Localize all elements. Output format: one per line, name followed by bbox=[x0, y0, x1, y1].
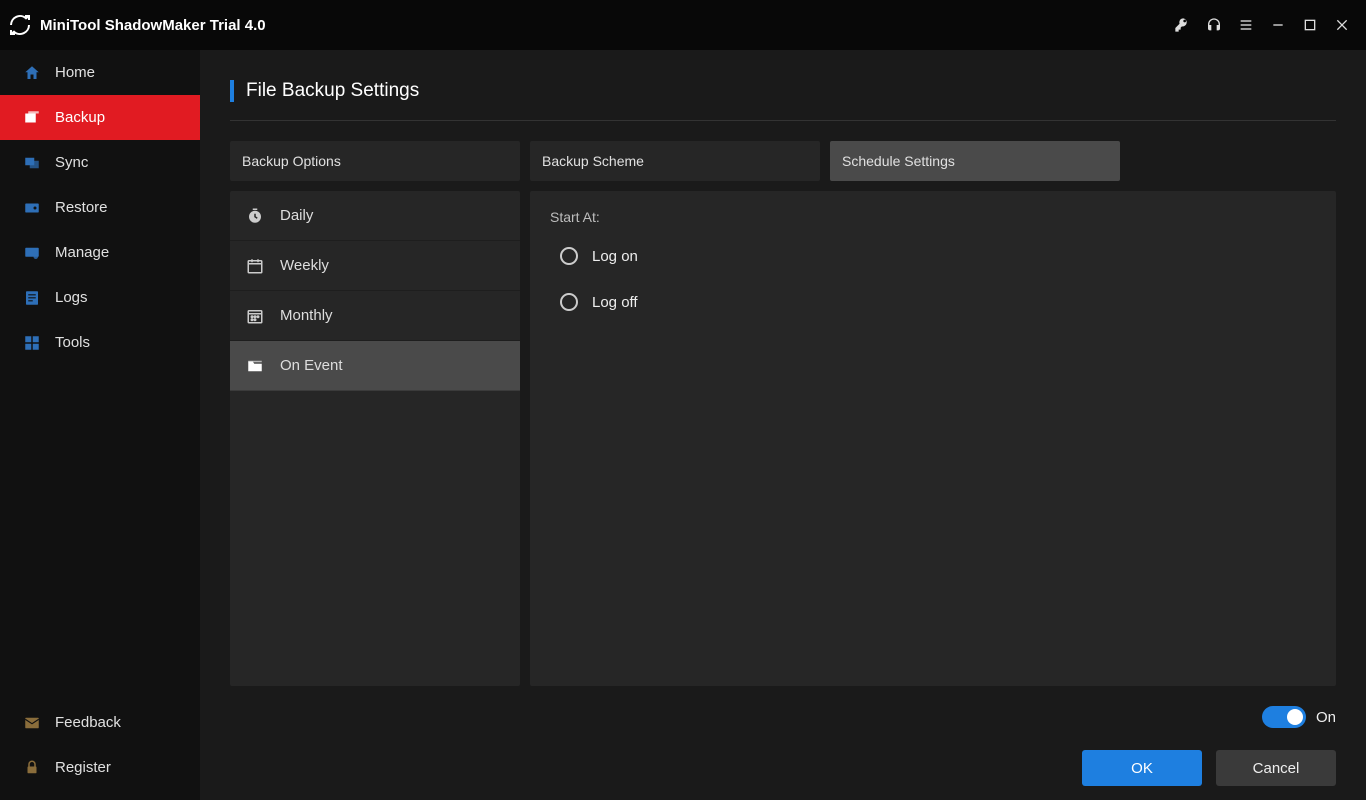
restore-icon bbox=[22, 198, 42, 218]
calendar-week-icon bbox=[244, 255, 266, 277]
sidebar-item-tools[interactable]: Tools bbox=[0, 320, 200, 365]
register-icon bbox=[22, 758, 42, 778]
tab-backup-scheme[interactable]: Backup Scheme bbox=[530, 141, 820, 181]
sidebar-item-label: Register bbox=[55, 759, 111, 776]
sidebar-item-sync[interactable]: Sync bbox=[0, 140, 200, 185]
menu-icon[interactable] bbox=[1232, 11, 1260, 39]
schedule-option-on-event[interactable]: On Event bbox=[230, 341, 520, 391]
schedule-option-monthly[interactable]: Monthly bbox=[230, 291, 520, 341]
titlebar: MiniTool ShadowMaker Trial 4.0 bbox=[0, 0, 1366, 50]
schedule-option-label: Daily bbox=[280, 207, 313, 224]
sidebar-item-label: Home bbox=[55, 64, 95, 81]
tools-icon bbox=[22, 333, 42, 353]
radio-label: Log off bbox=[592, 294, 638, 311]
schedule-option-daily[interactable]: Daily bbox=[230, 191, 520, 241]
sidebar-item-label: Restore bbox=[55, 199, 108, 216]
tab-label: Backup Options bbox=[242, 153, 341, 169]
logs-icon bbox=[22, 288, 42, 308]
radio-log-off[interactable]: Log off bbox=[560, 293, 1316, 311]
folder-icon bbox=[244, 355, 266, 377]
feedback-icon bbox=[22, 713, 42, 733]
tab-schedule-settings[interactable]: Schedule Settings bbox=[830, 141, 1120, 181]
sidebar-item-label: Logs bbox=[55, 289, 88, 306]
manage-icon bbox=[22, 243, 42, 263]
sidebar-item-label: Backup bbox=[55, 109, 105, 126]
settings-tabs: Backup Options Backup Scheme Schedule Se… bbox=[230, 141, 1336, 181]
schedule-option-weekly[interactable]: Weekly bbox=[230, 241, 520, 291]
toggle-label: On bbox=[1316, 709, 1336, 726]
cancel-button[interactable]: Cancel bbox=[1216, 750, 1336, 786]
schedule-type-list: Daily Weekly Monthly On Event bbox=[230, 191, 520, 686]
schedule-enabled-toggle-row: On bbox=[1262, 706, 1336, 728]
sidebar-item-logs[interactable]: Logs bbox=[0, 275, 200, 320]
tab-label: Schedule Settings bbox=[842, 153, 955, 169]
tab-label: Backup Scheme bbox=[542, 153, 644, 169]
sidebar-item-home[interactable]: Home bbox=[0, 50, 200, 95]
ok-button[interactable]: OK bbox=[1082, 750, 1202, 786]
schedule-option-label: On Event bbox=[280, 357, 343, 374]
key-icon[interactable] bbox=[1168, 11, 1196, 39]
page-heading: File Backup Settings bbox=[230, 80, 1336, 102]
sidebar-item-register[interactable]: Register bbox=[0, 745, 200, 790]
heading-divider bbox=[230, 120, 1336, 121]
sidebar-item-manage[interactable]: Manage bbox=[0, 230, 200, 275]
home-icon bbox=[22, 63, 42, 83]
radio-icon bbox=[560, 293, 578, 311]
sync-icon bbox=[22, 153, 42, 173]
sidebar-item-feedback[interactable]: Feedback bbox=[0, 700, 200, 745]
sidebar-item-label: Sync bbox=[55, 154, 88, 171]
radio-label: Log on bbox=[592, 248, 638, 265]
heading-accent bbox=[230, 80, 234, 102]
headset-icon[interactable] bbox=[1200, 11, 1228, 39]
tab-backup-options[interactable]: Backup Options bbox=[230, 141, 520, 181]
sidebar-item-restore[interactable]: Restore bbox=[0, 185, 200, 230]
backup-icon bbox=[22, 108, 42, 128]
app-logo-icon bbox=[8, 13, 32, 37]
start-at-label: Start At: bbox=[550, 209, 1316, 225]
sidebar-item-backup[interactable]: Backup bbox=[0, 95, 200, 140]
sidebar-item-label: Manage bbox=[55, 244, 109, 261]
sidebar: Home Backup Sync Restore Manage Logs bbox=[0, 50, 200, 800]
clock-icon bbox=[244, 205, 266, 227]
schedule-enabled-toggle[interactable] bbox=[1262, 706, 1306, 728]
close-icon[interactable] bbox=[1328, 11, 1356, 39]
sidebar-item-label: Tools bbox=[55, 334, 90, 351]
app-title: MiniTool ShadowMaker Trial 4.0 bbox=[40, 17, 266, 34]
radio-icon bbox=[560, 247, 578, 265]
schedule-option-label: Weekly bbox=[280, 257, 329, 274]
schedule-detail-panel: Start At: Log on Log off bbox=[530, 191, 1336, 686]
minimize-icon[interactable] bbox=[1264, 11, 1292, 39]
maximize-icon[interactable] bbox=[1296, 11, 1324, 39]
main-panel: File Backup Settings Backup Options Back… bbox=[200, 50, 1366, 800]
page-title: File Backup Settings bbox=[246, 80, 419, 102]
radio-log-on[interactable]: Log on bbox=[560, 247, 1316, 265]
calendar-month-icon bbox=[244, 305, 266, 327]
sidebar-item-label: Feedback bbox=[55, 714, 121, 731]
schedule-option-label: Monthly bbox=[280, 307, 333, 324]
